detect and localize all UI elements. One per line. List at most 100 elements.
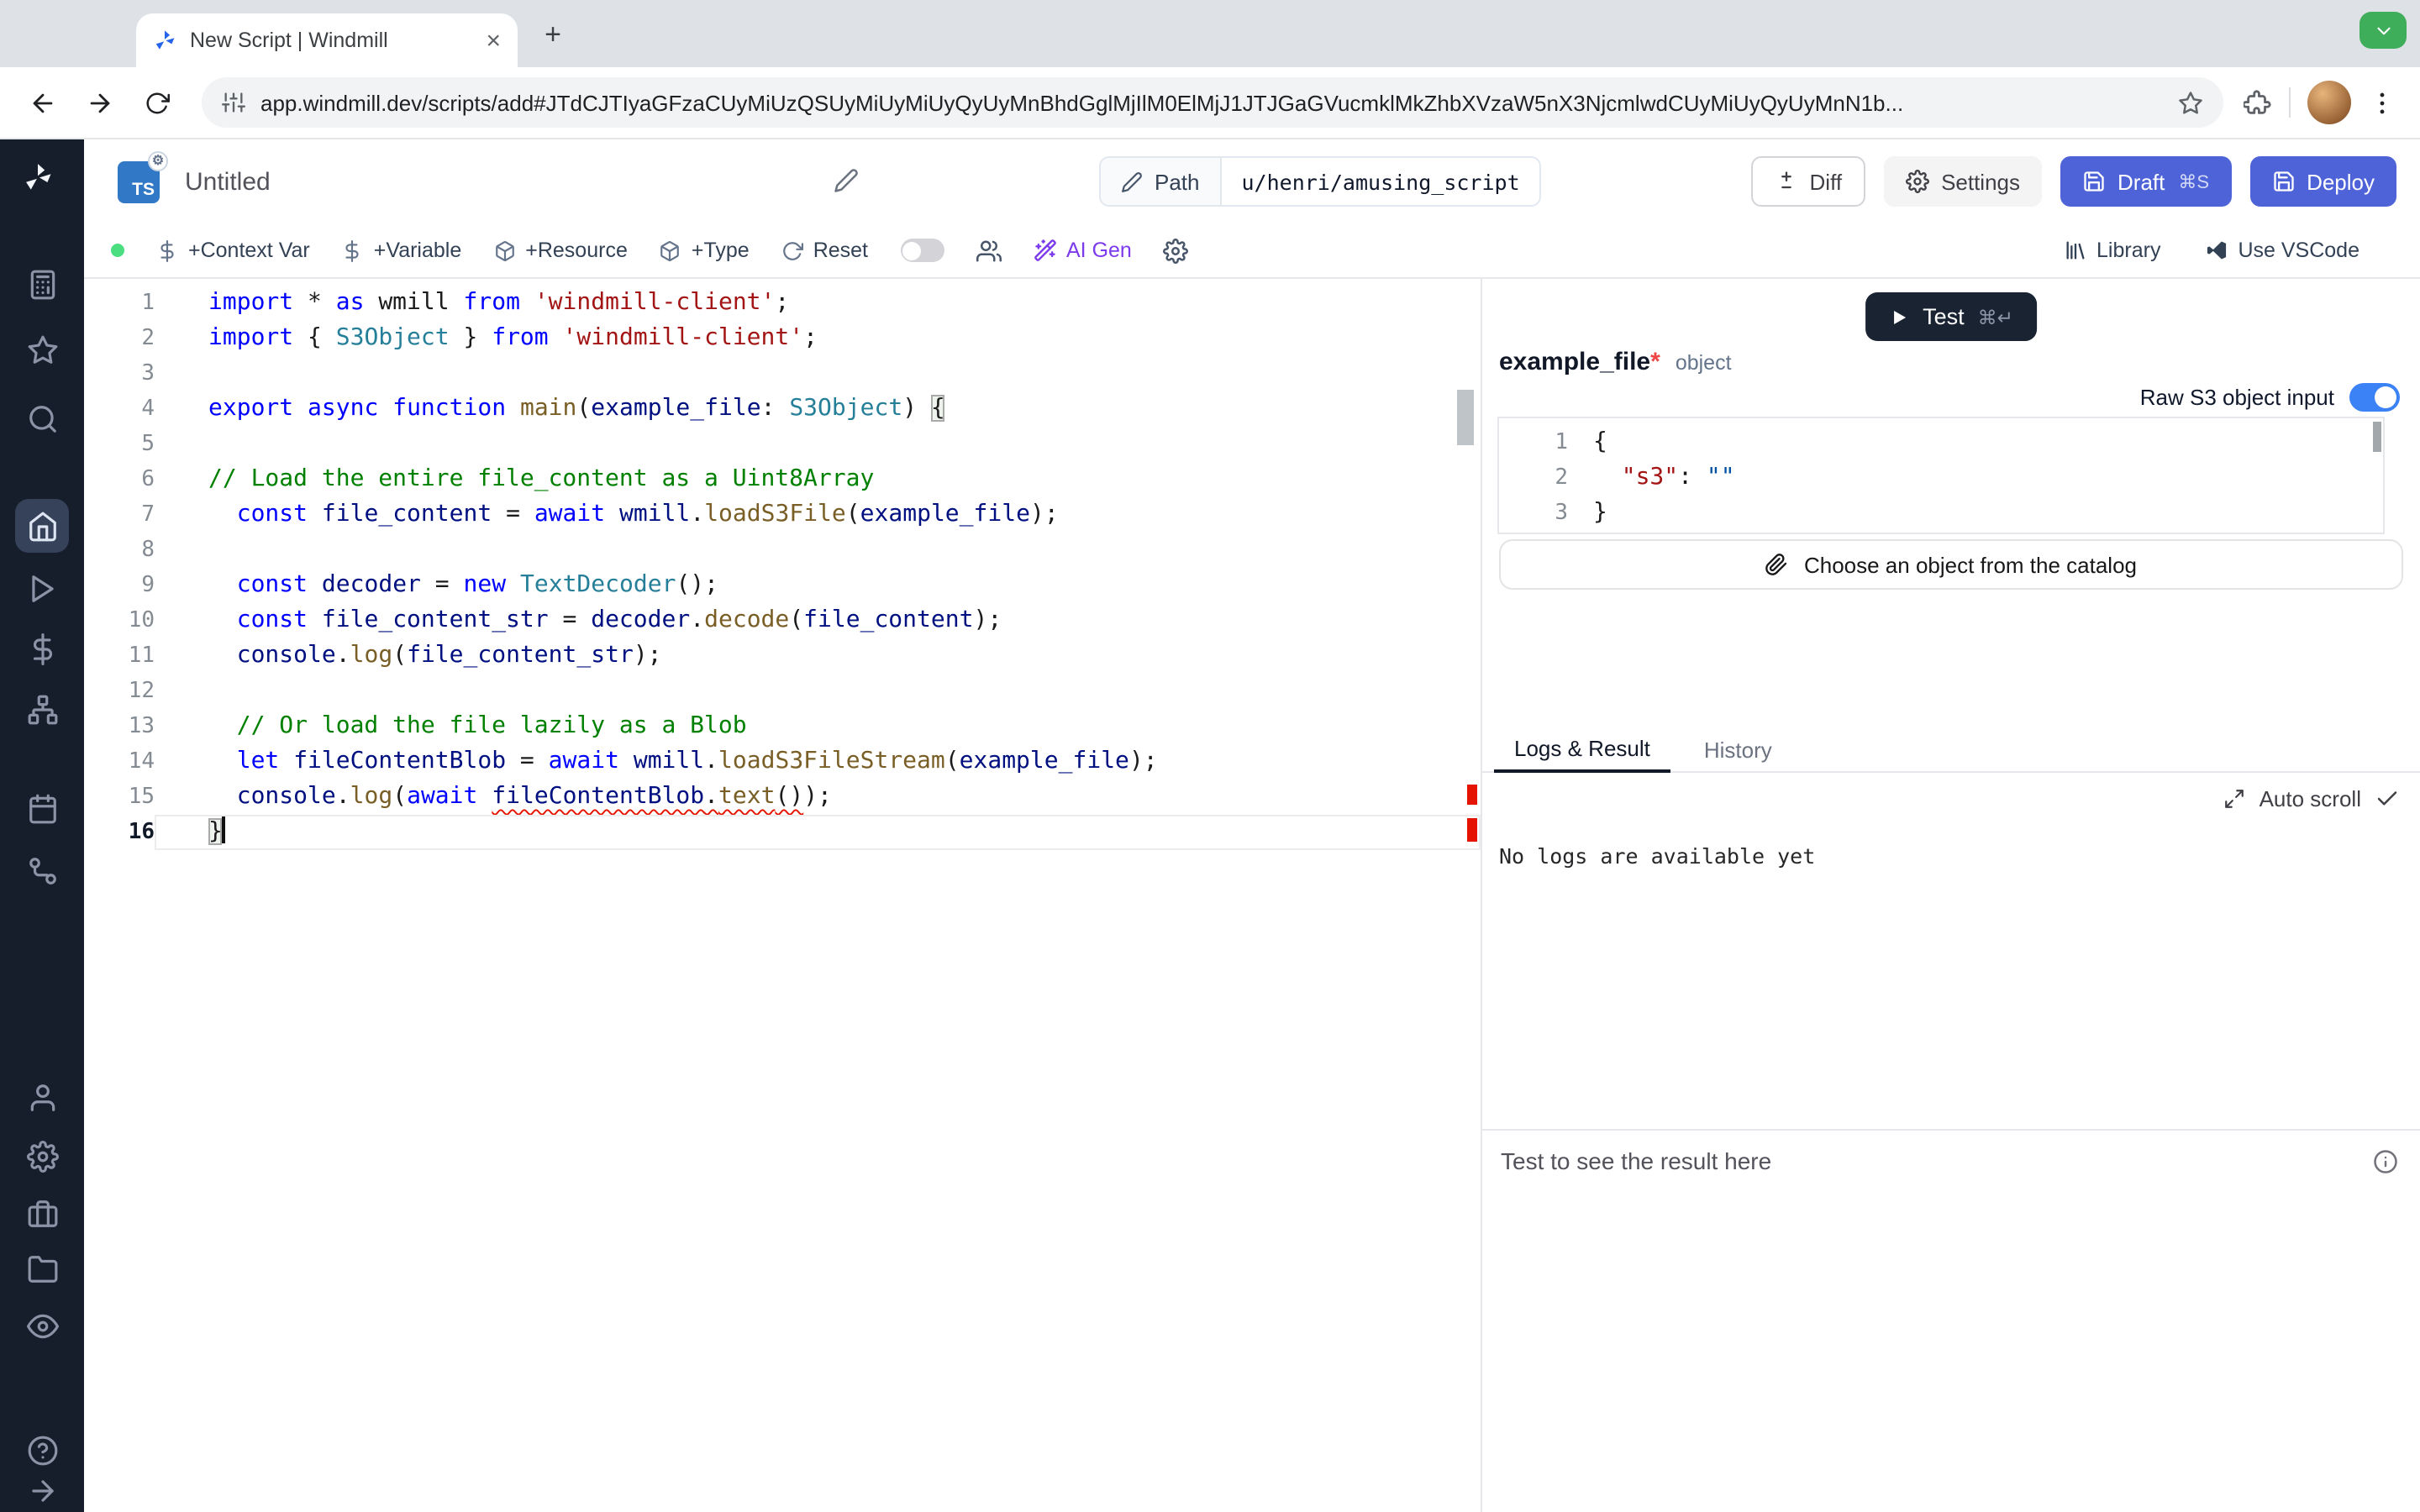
deploy-button[interactable]: Deploy bbox=[2249, 156, 2396, 207]
json-line-3[interactable]: 3} bbox=[1499, 496, 2383, 531]
sidebar-item-toolbox[interactable] bbox=[22, 1193, 62, 1233]
url-bar[interactable]: app.windmill.dev/scripts/add#JTdCJTIyaGF… bbox=[202, 77, 2223, 128]
sidebar-item-calculator[interactable] bbox=[22, 264, 62, 304]
code-line-11[interactable]: 11 console.log(file_content_str); bbox=[84, 638, 1481, 674]
back-button[interactable] bbox=[17, 77, 67, 128]
code-line-15[interactable]: 15 console.log(await fileContentBlob.tex… bbox=[84, 780, 1481, 815]
tab-close-icon[interactable]: × bbox=[486, 28, 501, 53]
line-number: 2 bbox=[84, 321, 155, 356]
forward-button[interactable] bbox=[74, 77, 124, 128]
editor-scrollbar[interactable] bbox=[1457, 390, 1474, 445]
sidebar-item-calendar[interactable] bbox=[22, 788, 62, 828]
line-text bbox=[155, 533, 1481, 568]
code-line-9[interactable]: 9 const decoder = new TextDecoder(); bbox=[84, 568, 1481, 603]
mini-editor-scrollbar[interactable] bbox=[2373, 422, 2381, 452]
code-line-16[interactable]: 16} bbox=[84, 815, 1481, 850]
ai-gen-button[interactable]: AI Gen bbox=[1033, 239, 1132, 262]
settings-button[interactable]: Settings bbox=[1884, 156, 2042, 207]
json-line-2[interactable]: 2 "s3": "" bbox=[1499, 460, 2383, 496]
browser-toolbar: app.windmill.dev/scripts/add#JTdCJTIyaGF… bbox=[0, 67, 2420, 139]
argument-json-editor[interactable]: 1{2 "s3": ""3} bbox=[1497, 417, 2385, 534]
multiplayer-icon[interactable] bbox=[976, 238, 1001, 263]
draft-label: Draft bbox=[2118, 169, 2165, 194]
info-icon[interactable] bbox=[2373, 1148, 2398, 1173]
reload-button[interactable] bbox=[131, 77, 182, 128]
line-number: 2 bbox=[1499, 460, 1568, 496]
sidebar-item-user[interactable] bbox=[22, 1077, 62, 1117]
sidebar-item-folder[interactable] bbox=[22, 1248, 62, 1289]
sidebar-item-eye[interactable] bbox=[22, 1305, 62, 1346]
sidebar-item-help[interactable] bbox=[22, 1430, 62, 1470]
sidebar-item-settings[interactable] bbox=[22, 1136, 62, 1176]
path-button[interactable]: Path bbox=[1101, 158, 1222, 205]
toolbar-item-reset[interactable]: Reset bbox=[781, 239, 868, 262]
new-tab-button[interactable]: + bbox=[534, 17, 571, 54]
code-editor[interactable]: 1import * as wmill from 'windmill-client… bbox=[84, 279, 1481, 1512]
library-button[interactable]: Library bbox=[2063, 239, 2160, 262]
assistant-toggle[interactable] bbox=[900, 239, 944, 262]
json-line-1[interactable]: 1{ bbox=[1499, 425, 2383, 460]
draft-button[interactable]: Draft ⌘S bbox=[2060, 156, 2231, 207]
help-icon bbox=[26, 1434, 58, 1466]
code-line-4[interactable]: 4export async function main(example_file… bbox=[84, 391, 1481, 427]
reset-icon bbox=[781, 239, 803, 261]
reload-icon bbox=[144, 90, 169, 115]
line-number: 7 bbox=[84, 497, 155, 533]
toolbar-item-contextvar[interactable]: +Context Var bbox=[156, 239, 310, 262]
tab-history[interactable]: History bbox=[1684, 738, 1792, 771]
line-text: const file_content_str = decoder.decode(… bbox=[155, 603, 1481, 638]
code-line-2[interactable]: 2import { S3Object } from 'windmill-clie… bbox=[84, 321, 1481, 356]
diff-button[interactable]: Diff bbox=[1751, 156, 1866, 207]
line-text bbox=[155, 674, 1481, 709]
argument-type: object bbox=[1676, 351, 1732, 375]
browser-tabstrip: New Script | Windmill × + bbox=[0, 0, 2420, 67]
script-title[interactable]: Untitled bbox=[185, 168, 271, 197]
choose-object-button[interactable]: Choose an object from the catalog bbox=[1499, 539, 2403, 590]
bookmark-icon[interactable] bbox=[2178, 90, 2203, 115]
raw-s3-toggle[interactable] bbox=[2349, 383, 2400, 412]
sidebar-item-dollar[interactable] bbox=[22, 628, 62, 669]
toolbar-item-variable[interactable]: +Variable bbox=[342, 239, 461, 262]
toolbar-item-type[interactable]: +Type bbox=[660, 239, 750, 262]
line-text bbox=[155, 427, 1481, 462]
editor-settings-icon[interactable] bbox=[1164, 238, 1189, 263]
code-line-8[interactable]: 8 bbox=[84, 533, 1481, 568]
sidebar-item-search[interactable] bbox=[22, 398, 62, 438]
toolbar-item-label: +Type bbox=[692, 239, 750, 262]
code-line-12[interactable]: 12 bbox=[84, 674, 1481, 709]
code-line-14[interactable]: 14 let fileContentBlob = await wmill.loa… bbox=[84, 744, 1481, 780]
code-line-5[interactable]: 5 bbox=[84, 427, 1481, 462]
sidebar-item-sitemap[interactable] bbox=[22, 689, 62, 729]
use-vscode-button[interactable]: Use VSCode bbox=[2204, 239, 2360, 262]
code-line-1[interactable]: 1import * as wmill from 'windmill-client… bbox=[84, 286, 1481, 321]
code-line-7[interactable]: 7 const file_content = await wmill.loadS… bbox=[84, 497, 1481, 533]
code-line-13[interactable]: 13 // Or load the file lazily as a Blob bbox=[84, 709, 1481, 744]
line-number: 3 bbox=[84, 356, 155, 391]
sidebar-item-arrow-right[interactable] bbox=[22, 1470, 62, 1510]
code-line-10[interactable]: 10 const file_content_str = decoder.deco… bbox=[84, 603, 1481, 638]
typescript-badge[interactable]: TS ⚙ bbox=[118, 161, 160, 203]
test-button[interactable]: Test ⌘↵ bbox=[1865, 292, 2037, 341]
code-line-3[interactable]: 3 bbox=[84, 356, 1481, 391]
site-settings-icon[interactable] bbox=[222, 91, 245, 114]
code-line-6[interactable]: 6// Load the entire file_content as a Ui… bbox=[84, 462, 1481, 497]
url-text[interactable]: app.windmill.dev/scripts/add#JTdCJTIyaGF… bbox=[260, 90, 2163, 115]
line-text: "s3": "" bbox=[1568, 460, 1735, 496]
browser-menu-icon[interactable] bbox=[2368, 88, 2396, 117]
play-icon bbox=[26, 572, 58, 604]
tab-logs-result[interactable]: Logs & Result bbox=[1494, 736, 1670, 773]
expand-icon[interactable] bbox=[2224, 788, 2246, 810]
extensions-icon[interactable] bbox=[2244, 88, 2272, 117]
edit-summary-icon[interactable] bbox=[834, 168, 859, 193]
path-value[interactable]: u/henri/amusing_script bbox=[1222, 158, 1540, 205]
sidebar-item-play[interactable] bbox=[22, 568, 62, 608]
profile-avatar[interactable] bbox=[2307, 81, 2351, 124]
toolbar-item-resource[interactable]: +Resource bbox=[493, 239, 628, 262]
sidebar-item-star[interactable] bbox=[22, 329, 62, 370]
browser-tab[interactable]: New Script | Windmill × bbox=[136, 13, 518, 67]
browser-profile-pill[interactable] bbox=[2360, 12, 2407, 49]
windmill-logo-icon[interactable] bbox=[22, 161, 64, 203]
sidebar-item-flow[interactable] bbox=[22, 850, 62, 890]
check-icon[interactable] bbox=[2375, 786, 2400, 811]
sidebar-item-home[interactable] bbox=[15, 499, 69, 553]
